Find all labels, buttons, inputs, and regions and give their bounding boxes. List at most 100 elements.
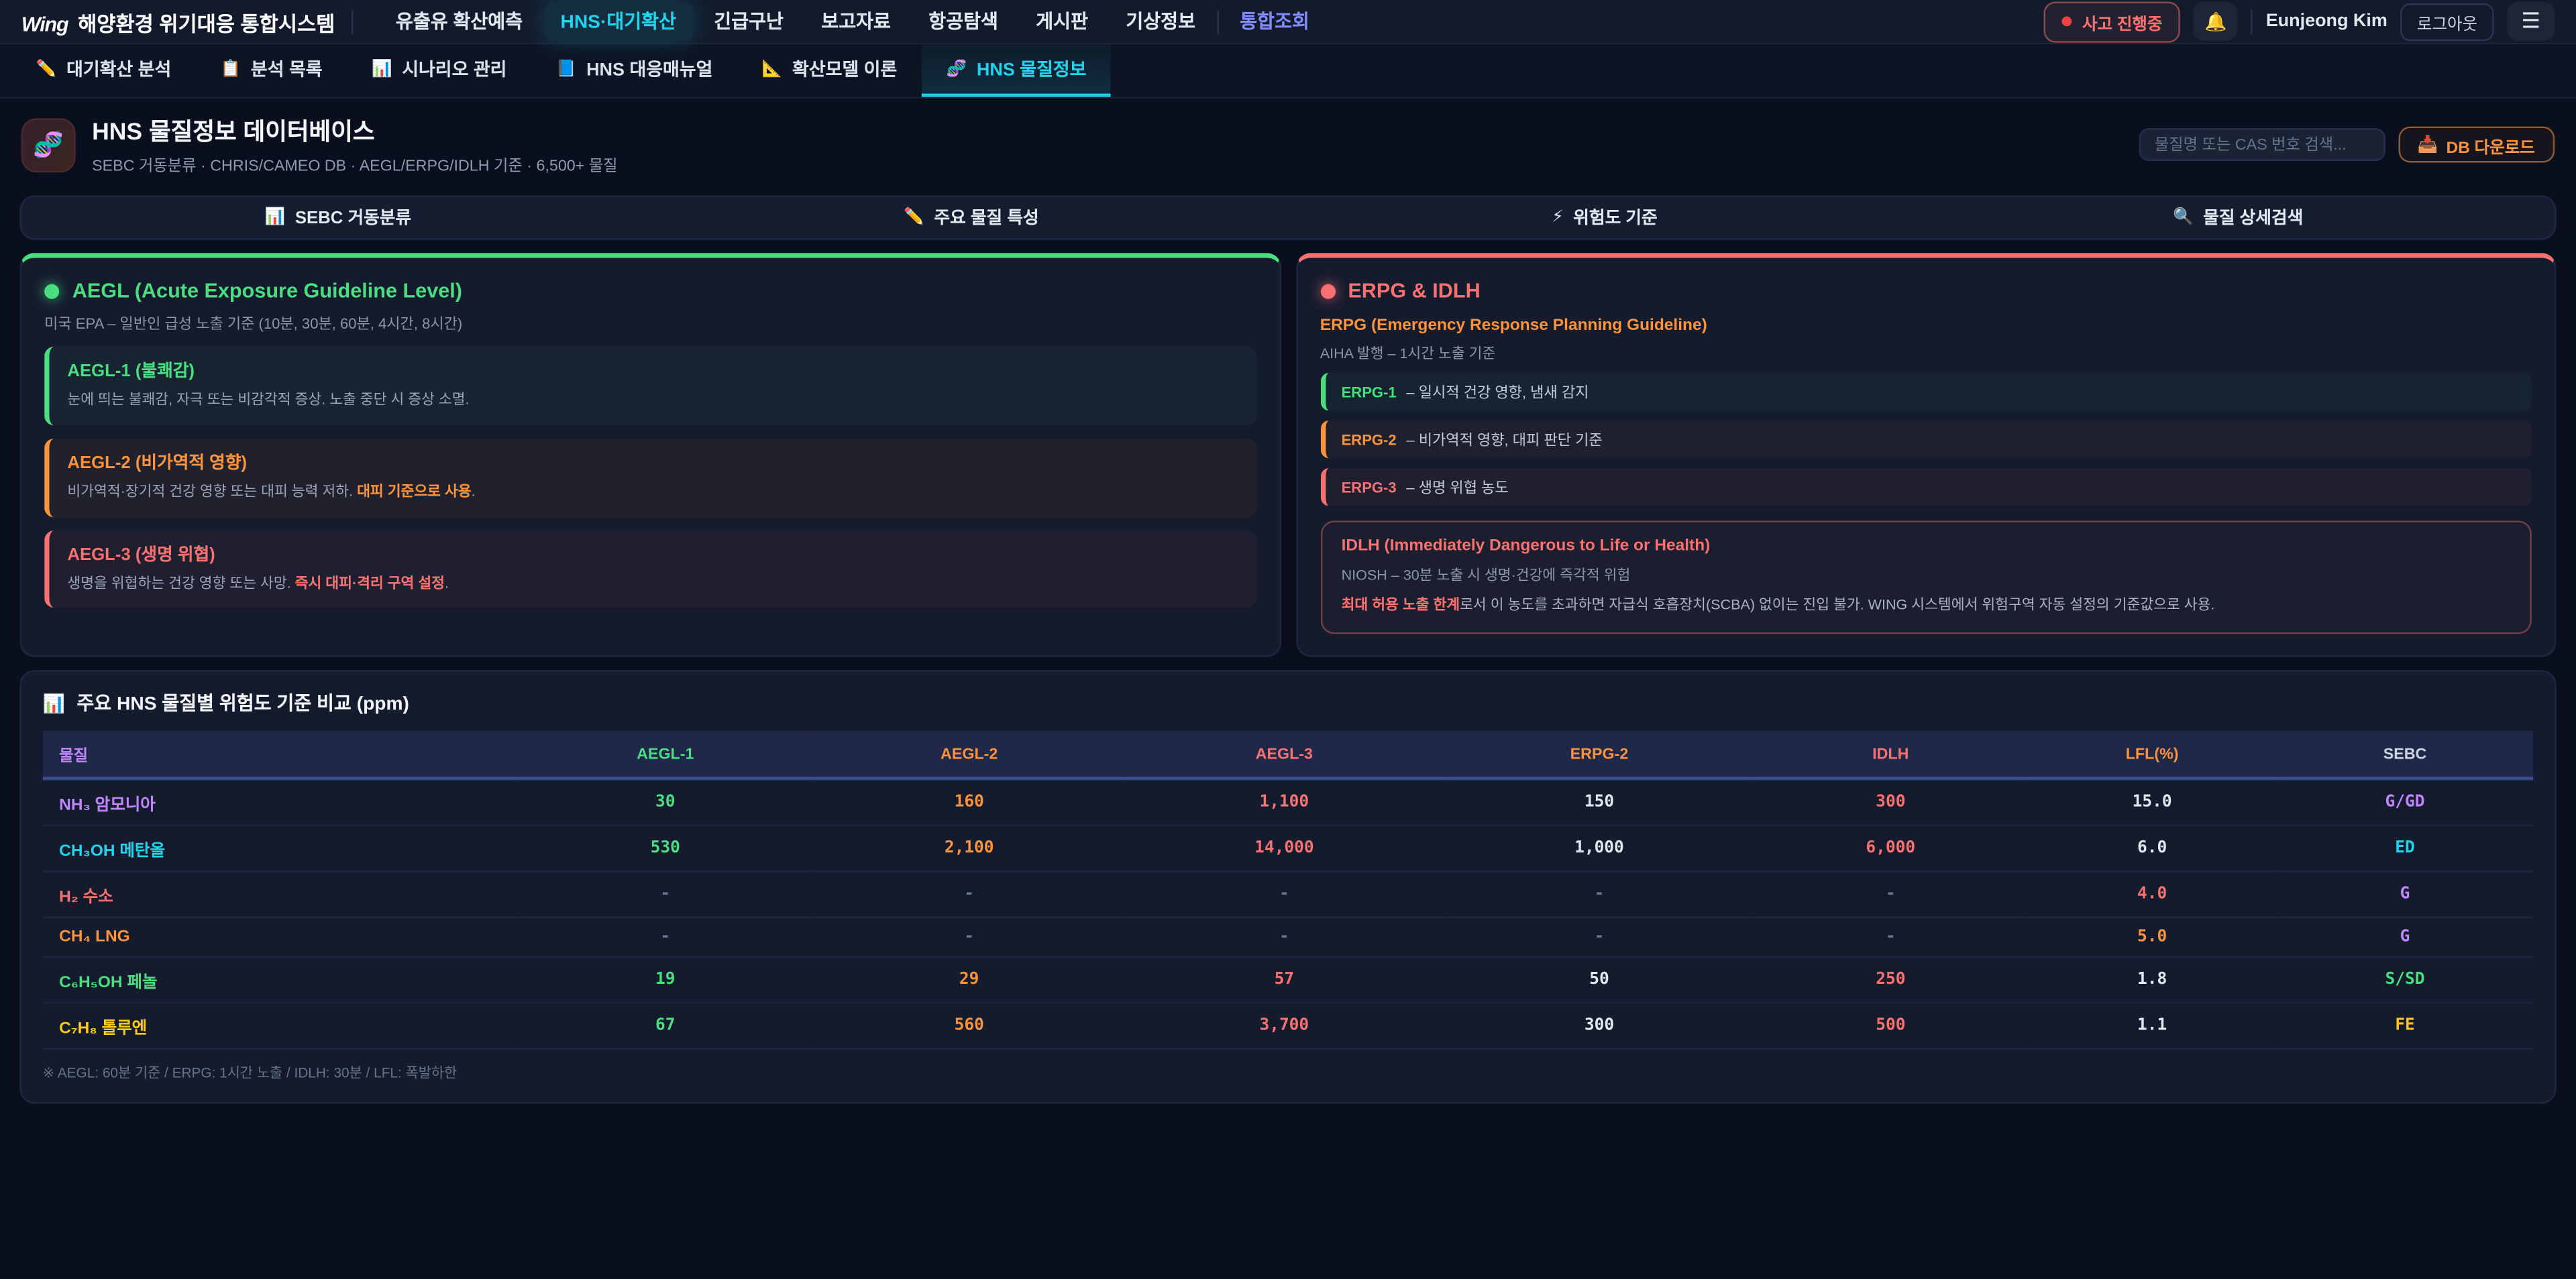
search-icon: 🔍 [2173, 209, 2193, 227]
subtab-hns-substance-info[interactable]: 🧬 HNS 물질정보 [922, 44, 1111, 97]
cell-value: 67 [655, 1017, 676, 1035]
subtab-label: 시나리오 관리 [402, 56, 506, 82]
substance-name-cell: C₆H₅OH 페놀 [43, 957, 516, 1003]
subtab-dispersion-analysis[interactable]: ✏️ 대기확산 분석 [11, 44, 196, 97]
wing-logo-icon: Wing [21, 12, 68, 35]
table-cell: 250 [1754, 957, 2027, 1003]
nav-item-hns-dispersion[interactable]: HNS·대기확산 [544, 1, 692, 41]
top-bar-right: 사고 진행중 🔔 Eunjeong Kim 로그아웃 ☰ [2045, 1, 2555, 42]
divider [352, 9, 353, 34]
cell-value: 250 [1876, 971, 1905, 989]
nav-item-board[interactable]: 게시판 [1020, 1, 1105, 41]
cell-value: 6.0 [2137, 840, 2167, 858]
subtab-label: 확산모델 이론 [792, 56, 897, 82]
nav-item-reports[interactable]: 보고자료 [805, 1, 908, 41]
aegl-3-description: 생명을 위협하는 건강 영향 또는 사망. 즉시 대피·격리 구역 설정. [67, 572, 1238, 593]
idlh-emphasis: 최대 허용 노출 한계 [1342, 596, 1460, 612]
section-tab-label: SEBC 거동분류 [295, 205, 411, 230]
nav-item-weather[interactable]: 기상정보 [1110, 1, 1212, 41]
cell-value: - [1279, 885, 1289, 903]
dna-icon: 🧬 [33, 129, 64, 159]
sebc-code: G [2400, 928, 2410, 946]
subtab-analysis-list[interactable]: 📋 분석 목록 [196, 44, 347, 97]
ruler-icon: 📐 [762, 60, 782, 78]
green-dot-icon [44, 283, 59, 298]
top-bar: Wing 해양환경 위기대응 통합시스템 유출유 확산예측 HNS·대기확산 긴… [0, 0, 2576, 44]
erpg-2-row: ERPG-2 – 비가역적 영향, 대피 판단 기준 [1320, 421, 2532, 458]
table-row-hydrogen: H₂ 수소 - - - - - 4.0 G [43, 872, 2534, 918]
section-tab-risk-criteria[interactable]: ⚡ 위험도 기준 [1288, 197, 1921, 238]
subtab-model-theory[interactable]: 📐 확산모델 이론 [737, 44, 922, 97]
erpg-panel-header: ERPG & IDLH [1320, 279, 2532, 302]
sebc-code: G [2400, 885, 2410, 903]
dna-icon: 🧬 [947, 60, 967, 78]
cell-value: 30 [655, 793, 676, 812]
aegl-2-card: AEGL-2 (비가역적 영향) 비가역적·장기적 건강 영향 또는 대피 능력… [44, 438, 1256, 516]
sebc-code: ED [2395, 840, 2415, 858]
bell-icon: 🔔 [2204, 11, 2227, 32]
subtab-label: HNS 대응매뉴얼 [586, 56, 712, 82]
cell-value: 1.1 [2137, 1017, 2167, 1035]
table-cell: 1,000 [1445, 826, 1754, 872]
hamburger-menu-button[interactable]: ☰ [2507, 1, 2555, 41]
idlh-subtitle: NIOSH – 30분 노출 시 생명·건강에 즉각적 위험 [1342, 563, 2510, 585]
cell-value: - [660, 885, 670, 903]
bar-chart-icon: 📊 [43, 693, 66, 714]
table-cell: 2,100 [815, 826, 1124, 872]
substance-search-input[interactable] [2138, 128, 2384, 161]
cell-value: 1.8 [2137, 971, 2167, 989]
nav-item-oil-spill[interactable]: 유출유 확산예측 [379, 1, 539, 41]
db-download-button[interactable]: 📥 DB 다운로드 [2398, 127, 2555, 163]
erpg-3-row: ERPG-3 – 생명 위협 농도 [1320, 468, 2532, 506]
col-header-lfl: LFL(%) [2028, 731, 2277, 779]
table-cell: G [2277, 872, 2534, 918]
divider [2251, 9, 2253, 34]
section-tab-label: 주요 물질 특성 [934, 205, 1038, 230]
col-header-substance: 물질 [43, 731, 516, 779]
table-cell: G/GD [2277, 779, 2534, 826]
cell-value: 530 [651, 840, 680, 858]
section-tab-properties[interactable]: ✏️ 주요 물질 특성 [655, 197, 1288, 238]
table-cell: - [1445, 917, 1754, 957]
table-cell: 14,000 [1124, 826, 1445, 872]
download-icon: 📥 [2418, 135, 2438, 154]
section-tab-detail-search[interactable]: 🔍 물질 상세검색 [1921, 197, 2555, 238]
cell-value: 1,100 [1259, 793, 1309, 812]
user-name: Eunjeong Kim [2266, 11, 2387, 31]
idlh-body-text: 로서 이 농도를 초과하면 자급식 호흡장치(SCBA) 없이는 진입 불가. … [1460, 596, 2214, 612]
erpg-panel-title: ERPG & IDLH [1348, 279, 1480, 302]
erpg-1-label: ERPG-1 [1342, 384, 1397, 400]
app-title: 해양환경 위기대응 통합시스템 [78, 6, 335, 38]
erpg-subtitle: AIHA 발행 – 1시간 노출 기준 [1320, 341, 2532, 363]
erpg-1-description: – 일시적 건강 영향, 냄새 감지 [1406, 381, 1589, 402]
table-cell: FE [2277, 1003, 2534, 1050]
erpg-3-label: ERPG-3 [1342, 479, 1397, 495]
subtab-hns-manual[interactable]: 📘 HNS 대응매뉴얼 [531, 44, 737, 97]
table-cell: G [2277, 917, 2534, 957]
divider [1217, 9, 1218, 34]
section-tab-sebc[interactable]: 📊 SEBC 거동분류 [21, 197, 655, 238]
col-header-aegl3: AEGL-3 [1124, 731, 1445, 779]
logout-button[interactable]: 로그아웃 [2400, 3, 2493, 40]
nav-item-integrated-query[interactable]: 통합조회 [1224, 1, 1326, 41]
cell-value: 29 [959, 971, 979, 989]
pencil-icon: ✏️ [904, 209, 924, 227]
lightning-icon: ⚡ [1552, 209, 1563, 227]
cell-value: 2,100 [945, 840, 994, 858]
sub-tab-bar: ✏️ 대기확산 분석 📋 분석 목록 📊 시나리오 관리 📘 HNS 대응매뉴얼… [0, 44, 2576, 99]
nav-item-aerial-search[interactable]: 항공탐색 [912, 1, 1015, 41]
table-row-lng: CH₄ LNG - - - - - 5.0 G [43, 917, 2534, 957]
table-cell: ED [2277, 826, 2534, 872]
table-cell: 5.0 [2028, 917, 2277, 957]
app-logo: Wing 해양환경 위기대응 통합시스템 [21, 6, 335, 38]
desc-text: 비가역적·장기적 건강 영향 또는 대피 능력 저하. [67, 482, 357, 498]
table-cell: S/SD [2277, 957, 2534, 1003]
subtab-scenario-management[interactable]: 📊 시나리오 관리 [347, 44, 531, 97]
desc-text: 눈에 띄는 불쾌감, 자극 또는 비감각적 증상. 노출 중단 시 증상 소멸. [67, 391, 469, 407]
nav-item-rescue[interactable]: 긴급구난 [698, 1, 800, 41]
notifications-button[interactable]: 🔔 [2194, 1, 2238, 41]
cell-value: 160 [955, 793, 984, 812]
table-cell: 1,100 [1124, 779, 1445, 826]
desc-text: 생명을 위협하는 건강 영향 또는 사망. [67, 574, 294, 590]
table-cell: 300 [1445, 1003, 1754, 1050]
